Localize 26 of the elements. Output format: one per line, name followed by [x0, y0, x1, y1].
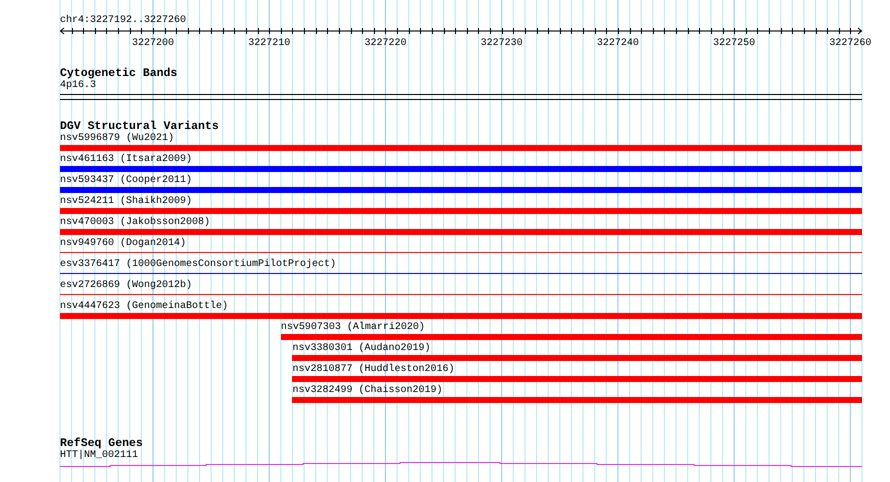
track-title: DGV Structural Variants [60, 121, 220, 133]
track-title: RefSeq Genes [60, 438, 144, 450]
variant-label: esv2726869 (Wong2012b) [60, 280, 194, 292]
tick-label: 3227210 [248, 38, 290, 49]
variant-label: nsv3282499 (Chaisson2019) [292, 385, 444, 397]
variant-label: nsv5907303 (Almarri2020) [280, 322, 426, 334]
tick-label: 3227220 [364, 38, 406, 49]
track-title: Cytogenetic Bands [60, 68, 178, 80]
tick-label: 3227260 [829, 38, 872, 49]
gene-label: HTT|NM_002111 [60, 450, 140, 462]
tick-label: 3227200 [132, 38, 174, 49]
variant-label: nsv593437 (Cooper2011) [60, 175, 194, 187]
variant-label: nsv5996879 (Wu2021) [60, 133, 176, 145]
variant-label: nsv2810877 (Huddleston2016) [292, 364, 456, 376]
band-label: 4p16.3 [60, 80, 98, 92]
variant-label: nsv949760 (Dogan2014) [60, 238, 188, 250]
tick-label: 3227230 [480, 38, 523, 49]
variant-label: nsv524211 (Shaikh2009) [60, 196, 194, 208]
tick-label: 3227240 [596, 38, 639, 49]
tick-label: 3227250 [713, 38, 756, 49]
variant-label: nsv4447623 (GenomeinaBottle) [60, 301, 230, 313]
variant-label: nsv3380301 (Audano2019) [292, 343, 432, 355]
variant-label: nsv461163 (Itsara2009) [60, 154, 194, 166]
variant-label: esv3376417 (1000GenomesConsortiumPilotProject) [60, 259, 338, 271]
variant-label: nsv470003 (Jakobsson2008) [60, 217, 212, 229]
region-label: chr4:3227192..3227260 [60, 15, 188, 27]
